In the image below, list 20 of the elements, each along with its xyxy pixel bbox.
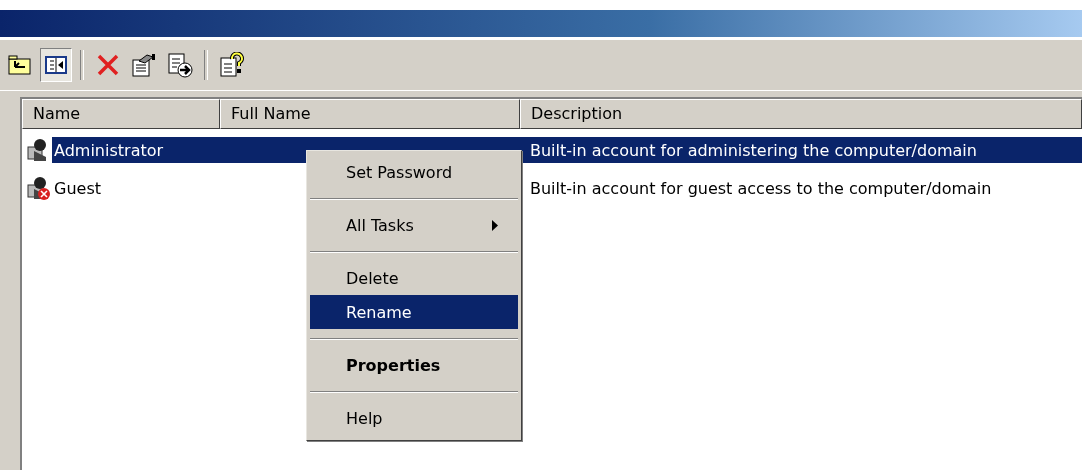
pane-icon <box>45 55 67 75</box>
properties-icon <box>131 53 157 77</box>
menu-item[interactable]: All Tasks <box>310 208 518 242</box>
submenu-arrow-icon <box>492 219 498 231</box>
menu-item[interactable]: Set Password <box>310 155 518 189</box>
user-name-cell[interactable]: Administrator <box>52 137 220 163</box>
menu-item[interactable]: Rename <box>310 295 518 329</box>
column-header[interactable]: Full Name <box>220 99 520 129</box>
delete-icon <box>96 53 120 77</box>
menu-item[interactable]: Properties <box>310 348 518 382</box>
description-cell: Built-in account for administering the computer/domain <box>530 140 977 160</box>
description-cell: Built-in account for guest access to the computer/domain <box>530 178 992 198</box>
menu-item[interactable]: Delete <box>310 261 518 295</box>
show-pane-button[interactable] <box>40 48 72 82</box>
export-icon <box>167 52 193 78</box>
column-header[interactable]: Name <box>22 99 220 129</box>
help-icon <box>219 52 245 78</box>
up-folder-icon <box>8 54 32 76</box>
column-header[interactable]: Description <box>520 99 1082 129</box>
menu-item[interactable]: Help <box>310 401 518 435</box>
